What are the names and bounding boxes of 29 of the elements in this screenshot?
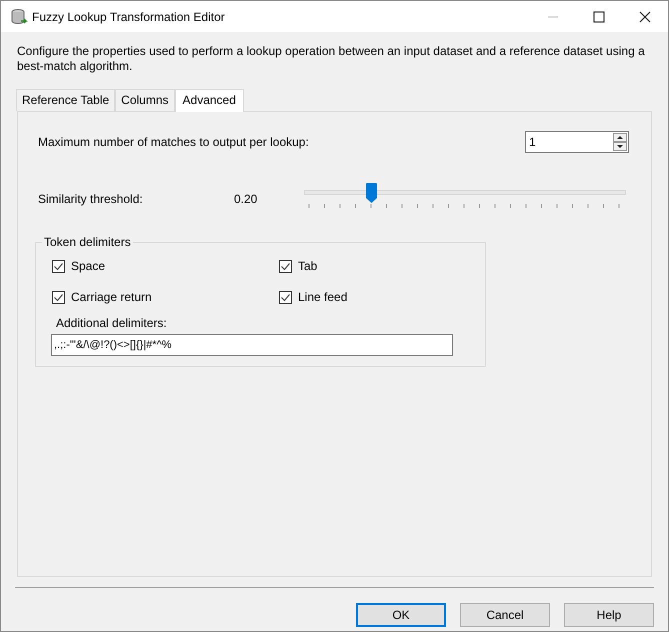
slider-thumb[interactable] bbox=[366, 183, 378, 203]
maximize-icon[interactable] bbox=[593, 10, 605, 22]
checkbox[interactable] bbox=[52, 290, 65, 304]
max-matches-label: Maximum number of matches to output per lookup: bbox=[38, 135, 309, 149]
similarity-slider[interactable] bbox=[304, 183, 626, 211]
checkbox-option[interactable]: Carriage return bbox=[52, 290, 279, 304]
dialog-button[interactable]: Help bbox=[564, 603, 654, 627]
dialog-button[interactable]: Cancel bbox=[460, 603, 550, 627]
additional-delimiters-field[interactable]: ,.;:-"'&/\@!?()<>[]{}|#*^% bbox=[51, 334, 453, 356]
checkbox-option[interactable]: Tab bbox=[279, 259, 469, 273]
checkbox[interactable] bbox=[52, 260, 65, 272]
checkbox[interactable] bbox=[279, 290, 292, 304]
checkbox-option[interactable]: Line feed bbox=[279, 290, 469, 304]
dialog-button[interactable]: OK bbox=[356, 603, 446, 627]
similarity-label: Similarity threshold: bbox=[38, 192, 144, 206]
matches-spin-field[interactable]: 1 bbox=[525, 131, 629, 153]
close-icon[interactable] bbox=[639, 10, 651, 22]
group-title: Token delimiters bbox=[43, 235, 132, 249]
spin-arrows-icon[interactable] bbox=[613, 133, 627, 151]
database-icon bbox=[10, 8, 28, 26]
tab[interactable]: Advanced bbox=[174, 89, 244, 112]
checkbox-option[interactable]: Space bbox=[52, 259, 279, 273]
tab[interactable]: Columns bbox=[115, 89, 175, 111]
window-title: Fuzzy Lookup Transformation Editor bbox=[32, 10, 226, 24]
checkbox[interactable] bbox=[279, 260, 292, 272]
tab[interactable]: Reference Table bbox=[16, 89, 116, 111]
description-text: Configure the properties used to perform a lookup operation between an input dataset and a reference dataset using a best-match algorithm. bbox=[17, 44, 646, 74]
additional-delimiters-label: Additional delimiters: bbox=[56, 316, 168, 330]
similarity-value: 0.20 bbox=[234, 192, 258, 206]
